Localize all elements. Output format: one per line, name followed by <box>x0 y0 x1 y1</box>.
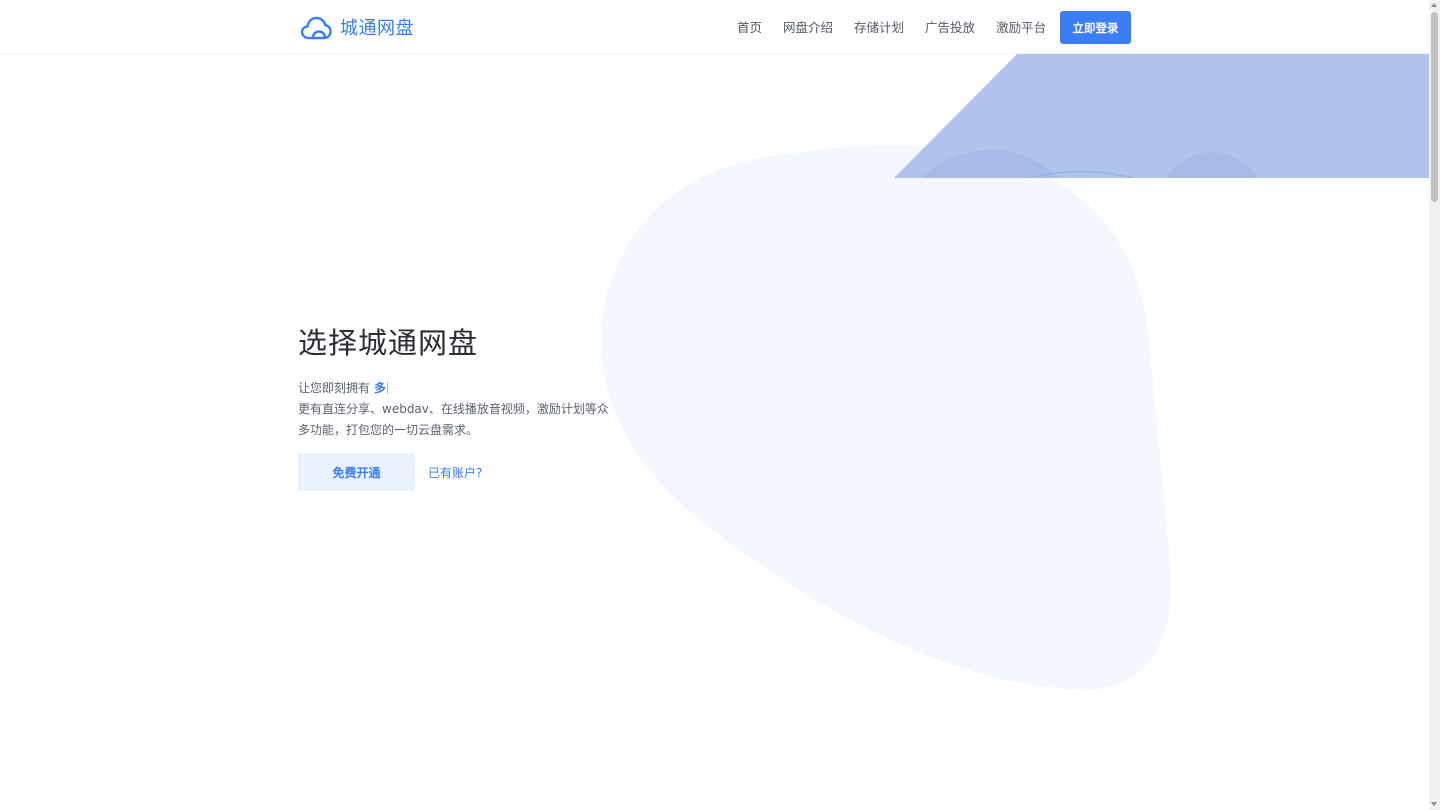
main-nav: 首页 网盘介绍 存储计划 广告投放 激励平台 <box>737 17 1046 36</box>
scrollbar[interactable] <box>1429 0 1440 810</box>
logo[interactable]: 城通网盘 <box>300 13 414 41</box>
login-button[interactable]: 立即登录 <box>1060 11 1131 44</box>
hero-typed-line: 让您即刻拥有多 <box>298 378 628 398</box>
hero-description: 更有直连分享、webdav、在线播放音视频，激励计划等众多功能，打包您的一切云盘… <box>298 402 609 437</box>
typing-cursor <box>387 382 389 394</box>
nav-item-intro[interactable]: 网盘介绍 <box>783 17 833 36</box>
nav-item-incentive[interactable]: 激励平台 <box>996 17 1046 36</box>
scroll-thumb[interactable] <box>1431 12 1438 202</box>
free-signup-button[interactable]: 免费开通 <box>298 453 415 491</box>
hero-title: 选择城通网盘 <box>298 326 479 360</box>
hero-typed-text: 多 <box>374 381 387 395</box>
hero-typed-prefix: 让您即刻拥有 <box>298 381 371 395</box>
hero-section: 选择城通网盘 让您即刻拥有多 更有直连分享、webdav、在线播放音视频，激励计… <box>298 322 628 491</box>
background-blob <box>600 145 1172 691</box>
background-decoration <box>600 54 1429 691</box>
existing-account-link[interactable]: 已有账户? <box>428 464 482 481</box>
cloud-icon <box>300 16 332 40</box>
header: 城通网盘 首页 网盘介绍 存储计划 广告投放 激励平台 立即登录 <box>0 0 1429 54</box>
scroll-down-arrow-icon[interactable] <box>1431 802 1437 806</box>
scroll-up-arrow-icon[interactable] <box>1431 3 1437 7</box>
brand-name: 城通网盘 <box>340 18 414 39</box>
nav-item-advertising[interactable]: 广告投放 <box>925 17 975 36</box>
nav-item-home[interactable]: 首页 <box>737 17 762 36</box>
hero-actions: 免费开通 已有账户? <box>298 453 628 491</box>
nav-item-storage-plan[interactable]: 存储计划 <box>854 17 904 36</box>
page: 城通网盘 首页 网盘介绍 存储计划 广告投放 激励平台 立即登录 选择城通网盘 … <box>0 0 1429 810</box>
